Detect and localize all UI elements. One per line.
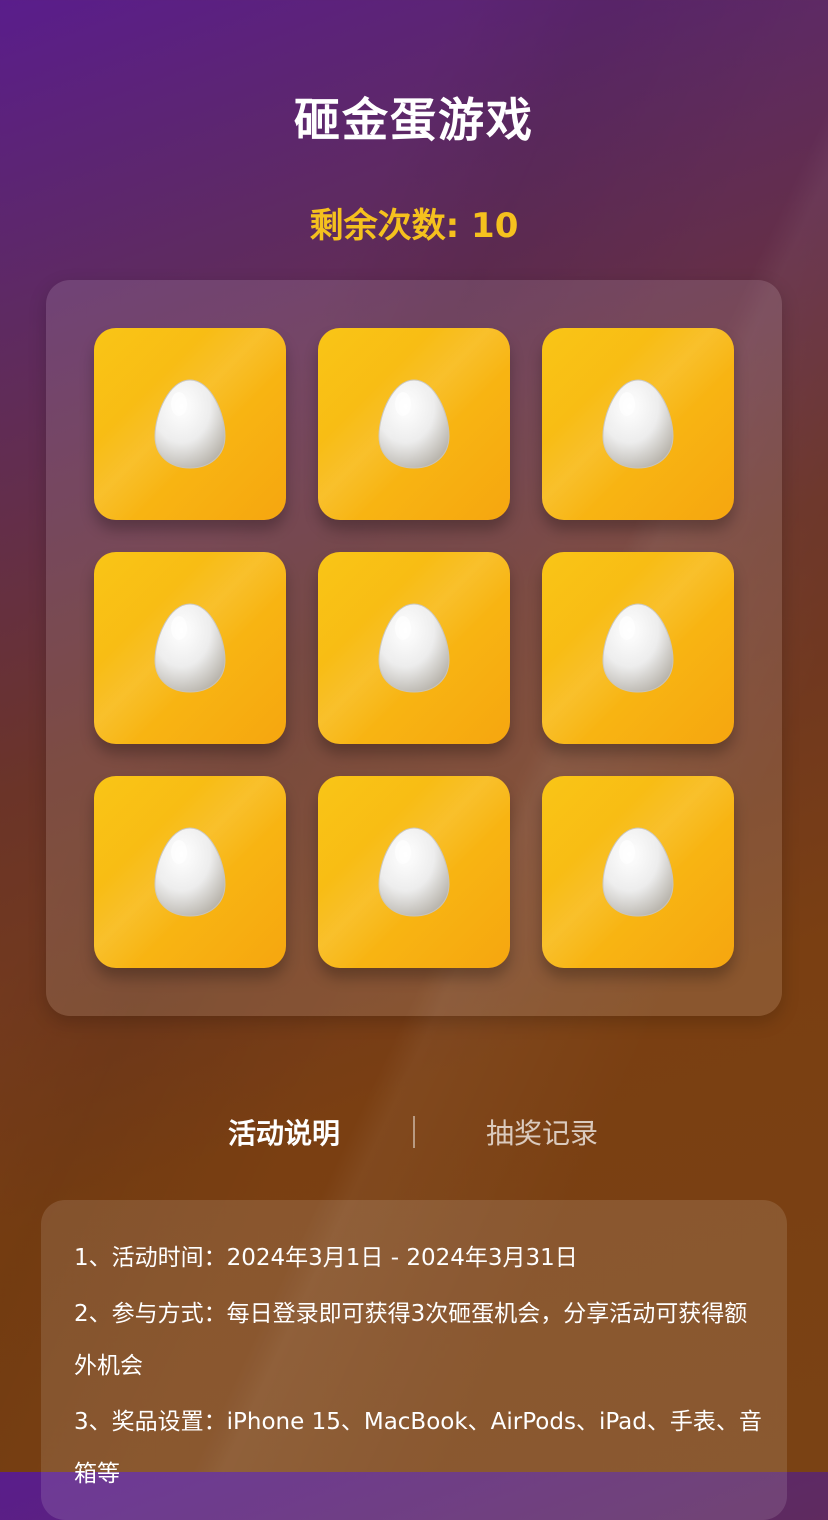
egg-icon: [154, 603, 226, 693]
rule-item: 1、活动时间：2024年3月1日 - 2024年3月31日: [74, 1245, 578, 1271]
egg-icon: [378, 603, 450, 693]
rules-list: 1、活动时间：2024年3月1日 - 2024年3月31日 2、参与方式：每日登…: [74, 1232, 764, 1504]
egg-tile-3[interactable]: [542, 328, 734, 520]
egg-icon: [378, 827, 450, 917]
tab-draw-records[interactable]: 抽奖记录: [486, 1112, 598, 1156]
rules-panel: 1、活动时间：2024年3月1日 - 2024年3月31日 2、参与方式：每日登…: [41, 1200, 787, 1520]
egg-icon: [602, 379, 674, 469]
remaining-count: 剩余次数: 10: [0, 198, 828, 247]
egg-tile-8[interactable]: [318, 776, 510, 968]
egg-tile-2[interactable]: [318, 328, 510, 520]
egg-tile-4[interactable]: [94, 552, 286, 744]
egg-tile-5[interactable]: [318, 552, 510, 744]
egg-icon: [602, 603, 674, 693]
page-title: 砸金蛋游戏: [294, 93, 534, 147]
egg-icon: [378, 379, 450, 469]
rule-item: 3、奖品设置：iPhone 15、MacBook、AirPods、iPad、手表…: [74, 1409, 762, 1487]
remaining-value: 10: [471, 206, 519, 246]
tab-activity-info[interactable]: 活动说明: [228, 1112, 340, 1156]
tab-bar: 活动说明 抽奖记录: [0, 1112, 828, 1156]
egg-tile-9[interactable]: [542, 776, 734, 968]
egg-icon: [154, 379, 226, 469]
egg-tile-6[interactable]: [542, 552, 734, 744]
rule-item: 2、参与方式：每日登录即可获得3次砸蛋机会，分享活动可获得额外机会: [74, 1301, 748, 1379]
egg-tile-7[interactable]: [94, 776, 286, 968]
remaining-label: 剩余次数:: [309, 206, 472, 246]
egg-board: [46, 280, 782, 1016]
egg-icon: [154, 827, 226, 917]
tab-divider: [413, 1116, 415, 1148]
egg-icon: [602, 827, 674, 917]
egg-tile-1[interactable]: [94, 328, 286, 520]
